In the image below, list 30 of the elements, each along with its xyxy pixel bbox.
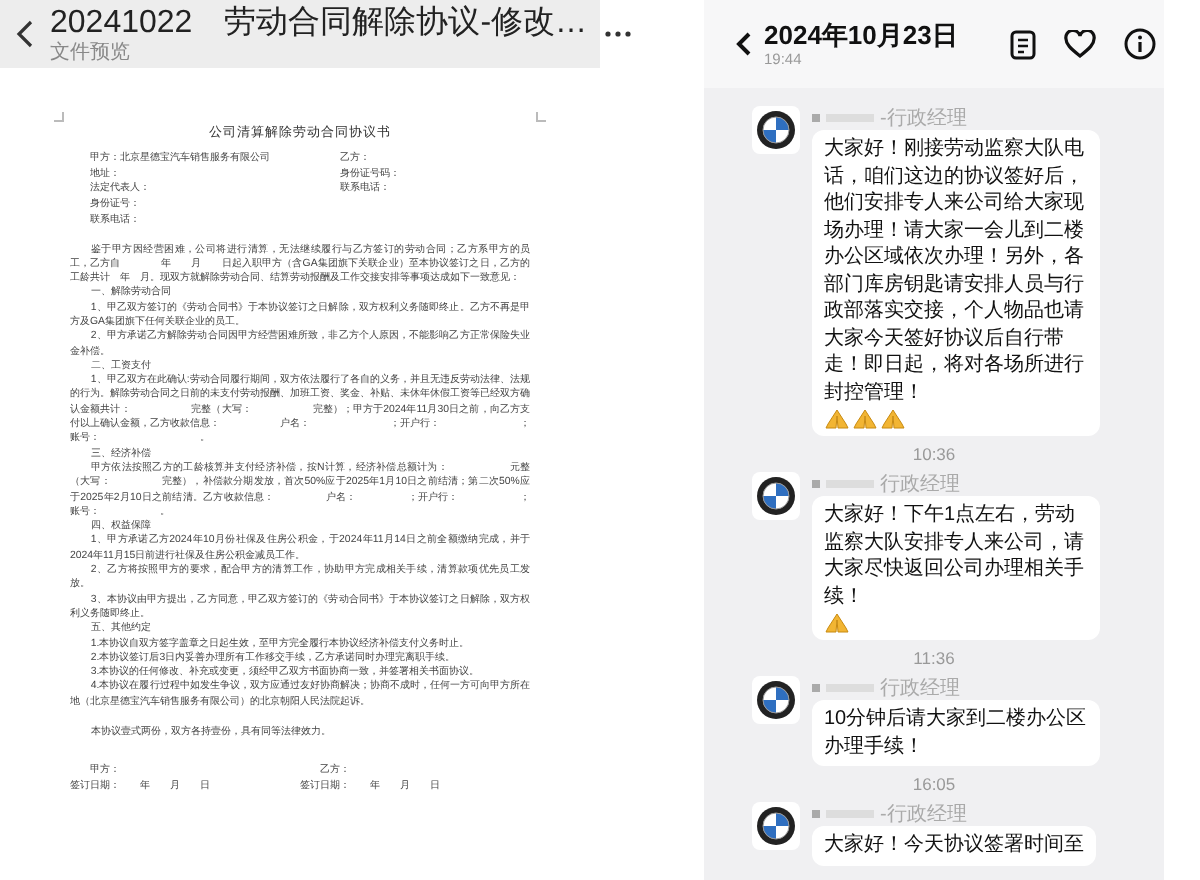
message-text: 大家好！刚接劳动监察大队电话，咱们这边的协议签好后，他们安排专人来公司给大家现场办理！请大家一会儿到二楼办公区域依次办理！另外，各部门库房钥匙请安排人员与行政部落实交接，个人物品也请大家今天签好协议后自行带走！即日起，将对各场所进行封控管理！ bbox=[824, 136, 1086, 406]
subtitle: 文件预览 bbox=[50, 41, 132, 63]
sender-name: 行政经理 bbox=[880, 473, 960, 495]
praying-hands-icon bbox=[824, 407, 850, 429]
message-text: 大家好！今天协议签署时间至 bbox=[824, 832, 1084, 859]
praying-hands-icon bbox=[880, 407, 906, 429]
crop-mark bbox=[536, 112, 546, 122]
timestamp: 10:36 bbox=[912, 444, 956, 464]
redacted-name bbox=[812, 114, 820, 122]
message-text: 10分钟后请大家到二楼办公区办理手续！ bbox=[824, 706, 1088, 760]
back-icon[interactable] bbox=[16, 20, 34, 48]
timestamp: 16:05 bbox=[912, 774, 956, 794]
message-text: 大家好！下午1点左右，劳动监察大队安排专人来公司，请大家尽快返回公司办理相关手续！ bbox=[824, 502, 1086, 610]
back-icon[interactable] bbox=[736, 32, 752, 56]
crop-mark bbox=[54, 112, 64, 122]
timestamp: 11:36 bbox=[913, 648, 955, 668]
sender-name: -行政经理 bbox=[880, 107, 967, 129]
heart-icon[interactable] bbox=[1064, 30, 1096, 58]
redacted-name bbox=[812, 810, 820, 818]
info-icon[interactable] bbox=[1124, 28, 1156, 60]
chat-title: 2024年10月23日 bbox=[764, 20, 960, 50]
sender-name: -行政经理 bbox=[880, 803, 967, 825]
redacted-name bbox=[812, 684, 820, 692]
document-title: 20241022 劳动合同解除协议-修改… bbox=[50, 5, 588, 41]
praying-hands-icon bbox=[852, 407, 878, 429]
more-icon[interactable] bbox=[603, 30, 632, 38]
notes-icon[interactable] bbox=[1010, 29, 1036, 59]
praying-hands-icon bbox=[824, 611, 850, 633]
redacted-name bbox=[812, 480, 820, 488]
sender-name: 行政经理 bbox=[880, 677, 960, 699]
